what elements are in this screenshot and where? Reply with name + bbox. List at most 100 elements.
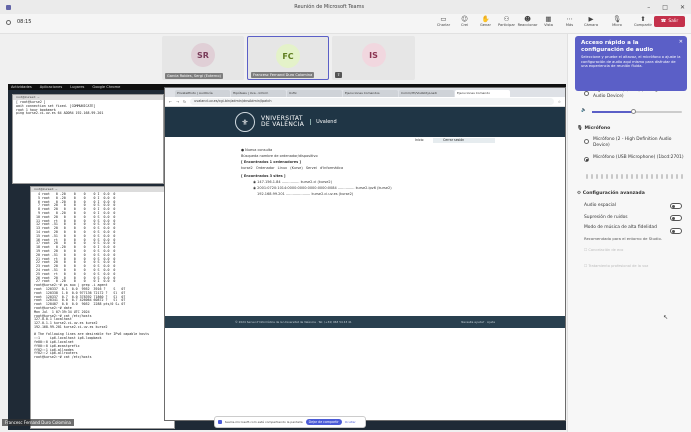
people-button[interactable]: ☺ Crei [454,15,475,27]
people-list-icon: ⚇ [503,15,510,23]
browser-tab[interactable]: Hipótesis | Uva - Inform [231,90,286,97]
meeting-timer-area: 08:15 [6,19,31,25]
participant-tile[interactable]: IS ⇪ [332,36,415,80]
close-icon[interactable]: ✕ [680,4,685,11]
mic-option-label: Micrófono (2 - High Definition Audio Dev… [593,137,672,148]
reload-icon[interactable]: ↻ [183,100,186,104]
spatial-audio-toggle[interactable] [670,203,682,209]
speaker-volume-fill [592,111,633,113]
view-button[interactable]: ▦ Vista [538,15,559,27]
footer-copyright: © 2024 Servei d'Informàtica de la Univer… [235,320,352,324]
noise-suppression-label: Supresión de ruidos [584,215,628,220]
uv-wordmark: VNIVERSITAT DE VALÈNCIA [261,116,304,128]
camera-button[interactable]: ▶ Cámara [578,15,604,27]
mic-option-label: Micrófono (USB Microphone) (1bcd:2701) [593,155,684,160]
speaker-option-radio[interactable] [584,91,589,96]
pro-voice-option: ☐ Tratamiento profesional de la voz [584,264,649,268]
uv-blank-area [165,328,565,420]
site-row-text: 147.156.1.84 ................ kurse2.ci … [257,180,332,184]
gnome-apps[interactable]: Aplicaciones [40,85,62,89]
mic-option-radio-selected[interactable] [584,157,589,162]
speaker-volume-slider[interactable] [592,109,682,114]
avatar-initials: SR [197,50,209,60]
mic-heading: 🎙 Micrófono [577,126,611,131]
participant-name: Garcia Robles, Sergi (Externo) [165,73,223,79]
screen-share-bar: teams.microsoft.com está compartiendo la… [214,416,366,428]
terminal-window[interactable]: root@kurse2: ~ [ root@kurse2 ] wait conn… [12,94,164,184]
browser-address-bar: ← → ↻ uvaland.uv.es/cgi-bin/admin/dnsAdm… [165,97,565,107]
mic-option-radio[interactable] [584,139,589,144]
hide-bar-button[interactable]: Ocultar [345,420,356,424]
raise-hand-button[interactable]: ✋ Genar [475,15,496,27]
audio-settings-panel: Digital Audio (S/PDIF) (2 - High Definit… [567,34,691,432]
back-icon[interactable]: ← [169,100,172,104]
pin-icon[interactable]: ⇪ [335,72,342,78]
title-bar-left [6,4,11,10]
view-label: Vista [544,23,553,27]
hifi-toggle[interactable] [670,228,682,234]
noise-suppression-toggle[interactable] [670,215,682,221]
participant-tile[interactable]: SR Garcia Robles, Sergi (Externo) [162,36,244,80]
sharing-text: teams.microsoft.com está compartiendo la… [225,420,303,424]
microphone-icon: 🎙 [612,15,622,23]
meeting-toolbar: 08:15 ▭ Charlar ☺ Crei ✋ Genar ⚇ Participar … [0,14,691,34]
hifi-label: Modo de música de alta fidelidad [584,225,657,230]
browser-tab[interactable]: Uvfix [287,90,342,97]
more-button[interactable]: ⋯ Más [559,15,580,27]
terminal-window[interactable]: root@kurse2: ~ 4 root 0 -20 0 0 0 I 0.0 … [30,186,175,429]
browser-tab[interactable]: Ejecuciones Comandos [343,90,398,97]
advanced-heading: ⚙ Configuración avanzada [577,191,645,196]
site-row[interactable]: 192.168.99.201 ...................... ku… [241,191,489,197]
echo-cancel-option: ☐ Cancelación de eco [584,248,624,252]
sharing-indicator-icon [218,420,222,424]
share-screen-icon: ⬆ [640,15,646,23]
site-row-text: 192.168.99.201 ...................... ku… [257,192,354,196]
mic-level-meter [586,174,683,179]
avatar: IS [361,43,386,67]
mic-label: Micro [612,23,622,27]
forward-icon[interactable]: → [176,100,179,104]
uv-tab-inicio[interactable]: Inicio [405,138,434,143]
toolbar-media: ▶ Cámara 🎙 Micro ⬆ Compartir [578,15,656,27]
chat-button[interactable]: ▭ Charlar [433,15,454,27]
url-input[interactable]: uvaland.uv.es/cgi-bin/admin/dnsAdmin/Ipa… [190,98,554,105]
chat-icon: ▭ [440,15,447,23]
new-query-label: Nueva consulta [245,148,273,152]
site-row-text: 2001:0720:1014:0000:0000:0000:0000:0084 … [257,186,392,190]
speaker-volume-knob[interactable] [630,109,636,114]
gnome-activities[interactable]: Actividades [11,85,32,89]
reaction-button[interactable]: ☻ Reaccionar [517,15,538,27]
advanced-heading-text: Configuración avanzada [582,191,645,196]
reaction-icon: ☻ [524,15,531,23]
leave-button[interactable]: ☎ Salir [654,16,685,27]
maximize-icon[interactable]: □ [662,4,668,11]
gnome-chrome[interactable]: Google Chrome [92,85,120,89]
uv-tab-logout[interactable]: Cerrar sesión [433,138,495,143]
bookmark-star-icon[interactable]: ☆ [558,100,561,104]
close-icon[interactable]: ✕ [679,39,683,45]
share-label: Compartir [633,23,653,27]
shared-screen: Actividades Aplicaciones Lugares Google … [8,84,566,430]
meeting-timer: 08:15 [17,19,32,25]
presenter-name: Francesc Fernand Duro Colomina [2,419,74,426]
minimize-icon[interactable]: – [647,4,650,11]
participants-button[interactable]: ⚇ Participar [496,15,517,27]
browser-window: PrivatePhoto | Auditoría Hipótesis | Uva… [164,87,566,421]
terminal-output: [ root@kurse2 ] wait connection set fixe… [16,100,104,116]
browser-tab[interactable]: Comm/ITI/VisibilityLoadi [399,90,454,97]
mic-button[interactable]: 🎙 Micro [604,15,630,27]
browser-tab-active[interactable]: Ejecuciones Comando [455,90,510,97]
title-bar: Reunión de Microsoft Teams – □ ✕ [0,0,691,14]
uv-header: ⚜ VNIVERSITAT DE VALÈNCIA Uvalend [165,107,565,137]
stop-sharing-button[interactable]: Dejar de compartir [305,419,342,425]
participant-tile[interactable]: FC Francesc Fernand Duro Colomina [247,36,329,80]
footer-help[interactable]: Necesita ayuda? · Ajuda [461,320,495,324]
record-icon [6,19,11,25]
gnome-places[interactable]: Lugares [70,85,84,89]
browser-tab[interactable]: PrivatePhoto | Auditoría [175,90,230,97]
raise-hand-label: Genar [480,23,491,27]
chat-label: Charlar [436,23,451,27]
share-button[interactable]: ⬆ Compartir [630,15,656,27]
leave-label: Salir [668,19,679,24]
uv-name-line2: DE VALÈNCIA [261,121,305,128]
